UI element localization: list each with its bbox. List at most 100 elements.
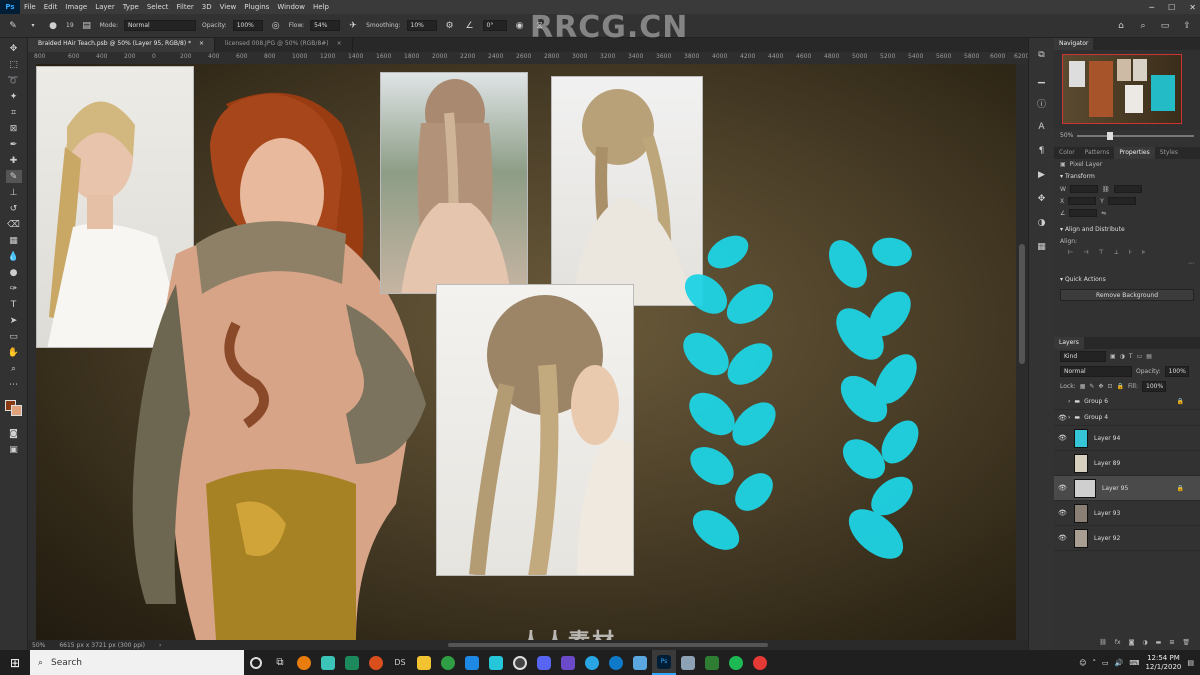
gear-icon[interactable]: ⚙ bbox=[443, 19, 457, 33]
link-icon[interactable]: ⛓ bbox=[1102, 186, 1110, 193]
transform-section-title[interactable]: ▾ Transform bbox=[1054, 170, 1200, 183]
pressure-size-icon[interactable]: ◉ bbox=[513, 19, 527, 33]
app-blue-icon[interactable] bbox=[460, 650, 484, 675]
app-orange-icon[interactable] bbox=[364, 650, 388, 675]
tab-braided-hair-teach[interactable]: Braided HAir Teach.psb @ 50% (Layer 95, … bbox=[28, 38, 216, 52]
cyan-braid-sketch[interactable] bbox=[666, 214, 936, 574]
lock-pixels-icon[interactable]: ✎ bbox=[1089, 383, 1094, 390]
filter-smart-icon[interactable]: ▤ bbox=[1146, 353, 1152, 360]
height-field[interactable] bbox=[1113, 185, 1142, 193]
lock-position-icon[interactable]: ✥ bbox=[1098, 383, 1103, 390]
fx-icon[interactable]: fx bbox=[1115, 639, 1121, 646]
info-panel-icon[interactable]: ⓘ bbox=[1034, 96, 1050, 110]
angle-field[interactable] bbox=[1069, 209, 1098, 217]
align-top-icon[interactable]: ⊥ bbox=[1114, 249, 1119, 256]
type-tool-icon[interactable]: T bbox=[6, 298, 22, 311]
actions-panel-icon[interactable]: ▶ bbox=[1034, 168, 1050, 182]
quick-select-tool-icon[interactable]: ✦ bbox=[6, 90, 22, 103]
brush-preview-icon[interactable]: ● bbox=[46, 19, 60, 33]
lasso-tool-icon[interactable]: ➰ bbox=[6, 74, 22, 87]
eye-icon[interactable]: 👁 bbox=[1058, 484, 1068, 492]
brush-tool-icon[interactable]: ✎ bbox=[5, 170, 22, 183]
layer-row[interactable]: Layer 89 bbox=[1054, 451, 1200, 476]
angle-field[interactable]: 0° bbox=[482, 20, 507, 31]
close-icon[interactable]: × bbox=[337, 40, 342, 47]
navigator-zoom[interactable]: 50% bbox=[1060, 132, 1073, 139]
more-icon[interactable]: ⋯ bbox=[1188, 260, 1194, 267]
menu-window[interactable]: Window bbox=[273, 3, 309, 11]
new-layer-icon[interactable]: ⊞ bbox=[1169, 639, 1174, 646]
chrome-2-icon[interactable] bbox=[748, 650, 772, 675]
app-doc-icon[interactable] bbox=[676, 650, 700, 675]
layer-row[interactable]: 👁 Layer 92 bbox=[1054, 526, 1200, 551]
pen-tool-icon[interactable]: ✑ bbox=[6, 282, 22, 295]
discord-icon[interactable] bbox=[532, 650, 556, 675]
mode-select[interactable]: Normal bbox=[124, 20, 197, 31]
move-tool-icon[interactable]: ✥ bbox=[6, 42, 22, 55]
eye-icon[interactable]: 👁 bbox=[1058, 414, 1068, 422]
photoshop-app-icon[interactable]: Ps bbox=[0, 0, 20, 14]
tab-color[interactable]: Color bbox=[1054, 147, 1080, 159]
taskbar-clock[interactable]: 12:54 PM 12/1/2020 bbox=[1145, 654, 1181, 672]
tab-properties[interactable]: Properties bbox=[1114, 147, 1155, 159]
eraser-tool-icon[interactable]: ⌫ bbox=[6, 218, 22, 231]
width-field[interactable] bbox=[1069, 185, 1098, 193]
link-layers-icon[interactable]: ⛓ bbox=[1099, 639, 1107, 646]
history-brush-tool-icon[interactable]: ↺ bbox=[6, 202, 22, 215]
obs-icon[interactable] bbox=[508, 650, 532, 675]
eye-icon[interactable]: 👁 bbox=[1058, 434, 1068, 442]
chevron-down-icon[interactable]: ▾ bbox=[26, 19, 40, 33]
background-color-swatch[interactable] bbox=[11, 405, 22, 416]
app-mail-icon[interactable] bbox=[628, 650, 652, 675]
path-select-tool-icon[interactable]: ➤ bbox=[6, 314, 22, 327]
navigator-zoom-slider[interactable] bbox=[1077, 131, 1194, 140]
opacity-field[interactable]: 100% bbox=[232, 20, 263, 31]
histogram-panel-icon[interactable]: ▁ bbox=[1034, 72, 1050, 86]
menu-type[interactable]: Type bbox=[119, 3, 143, 11]
blend-mode-select[interactable]: Normal bbox=[1060, 366, 1132, 377]
gradient-tool-icon[interactable]: ▦ bbox=[6, 234, 22, 247]
blur-tool-icon[interactable]: 💧 bbox=[6, 250, 22, 263]
clone-stamp-tool-icon[interactable]: ⊥ bbox=[6, 186, 22, 199]
align-left-icon[interactable]: ⊢ bbox=[1068, 249, 1073, 256]
flip-icon[interactable]: ⇋ bbox=[1101, 210, 1106, 217]
brush-settings-icon[interactable]: ▤ bbox=[80, 19, 94, 33]
zoom-tool-icon[interactable]: ⌕ bbox=[6, 362, 22, 375]
chrome-icon[interactable] bbox=[436, 650, 460, 675]
fill-field[interactable]: 100% bbox=[1142, 381, 1166, 392]
photoshop-taskbar-icon[interactable]: Ps bbox=[652, 650, 676, 675]
spotify-icon[interactable] bbox=[724, 650, 748, 675]
layer-row[interactable]: 👁 › ▬ Group 4 bbox=[1054, 410, 1200, 426]
app-skyblue-icon[interactable] bbox=[580, 650, 604, 675]
adjustment-layer-icon[interactable]: ◑ bbox=[1142, 639, 1147, 646]
align-section-title[interactable]: ▾ Align and Distribute bbox=[1054, 223, 1200, 236]
search-icon[interactable]: ⌕ bbox=[1136, 19, 1150, 33]
share-icon[interactable]: ⇪ bbox=[1180, 19, 1194, 33]
eyedropper-tool-icon[interactable]: ✒ bbox=[6, 138, 22, 151]
brush-tool-preset-icon[interactable]: ✎ bbox=[6, 19, 20, 33]
file-explorer-icon[interactable] bbox=[412, 650, 436, 675]
smoothing-field[interactable]: 10% bbox=[406, 20, 437, 31]
lock-transparent-icon[interactable]: ▦ bbox=[1080, 383, 1086, 390]
tab-styles[interactable]: Styles bbox=[1155, 147, 1183, 159]
lock-artboard-icon[interactable]: ⊡ bbox=[1107, 383, 1112, 390]
scroll-thumb[interactable] bbox=[1019, 244, 1025, 364]
x-field[interactable] bbox=[1068, 197, 1097, 205]
quick-actions-section-title[interactable]: ▾ Quick Actions bbox=[1054, 273, 1200, 286]
paths-panel-icon[interactable]: ✥ bbox=[1034, 192, 1050, 206]
close-icon[interactable]: ✕ bbox=[1189, 3, 1196, 12]
home-icon[interactable]: ⌂ bbox=[1114, 19, 1128, 33]
align-middle-icon[interactable]: ⊦ bbox=[1129, 249, 1132, 256]
notifications-icon[interactable]: ▤ bbox=[1187, 659, 1194, 667]
filter-adjust-icon[interactable]: ◑ bbox=[1120, 353, 1125, 360]
crop-tool-icon[interactable]: ⌗ bbox=[6, 106, 22, 119]
tab-navigator[interactable]: Navigator bbox=[1054, 38, 1094, 50]
align-bottom-icon[interactable]: ⊧ bbox=[1142, 249, 1145, 256]
app-green-icon[interactable] bbox=[340, 650, 364, 675]
layer-row[interactable]: 👁 Layer 95 🔒 bbox=[1054, 476, 1200, 501]
frame-tool-icon[interactable]: ⊠ bbox=[6, 122, 22, 135]
volume-icon[interactable]: 🔊 bbox=[1115, 659, 1124, 667]
layer-row[interactable]: 👁 Layer 93 bbox=[1054, 501, 1200, 526]
task-view-icon[interactable]: ⧉ bbox=[268, 650, 292, 675]
taskbar-search-box[interactable]: ⌕ Search bbox=[30, 650, 244, 675]
